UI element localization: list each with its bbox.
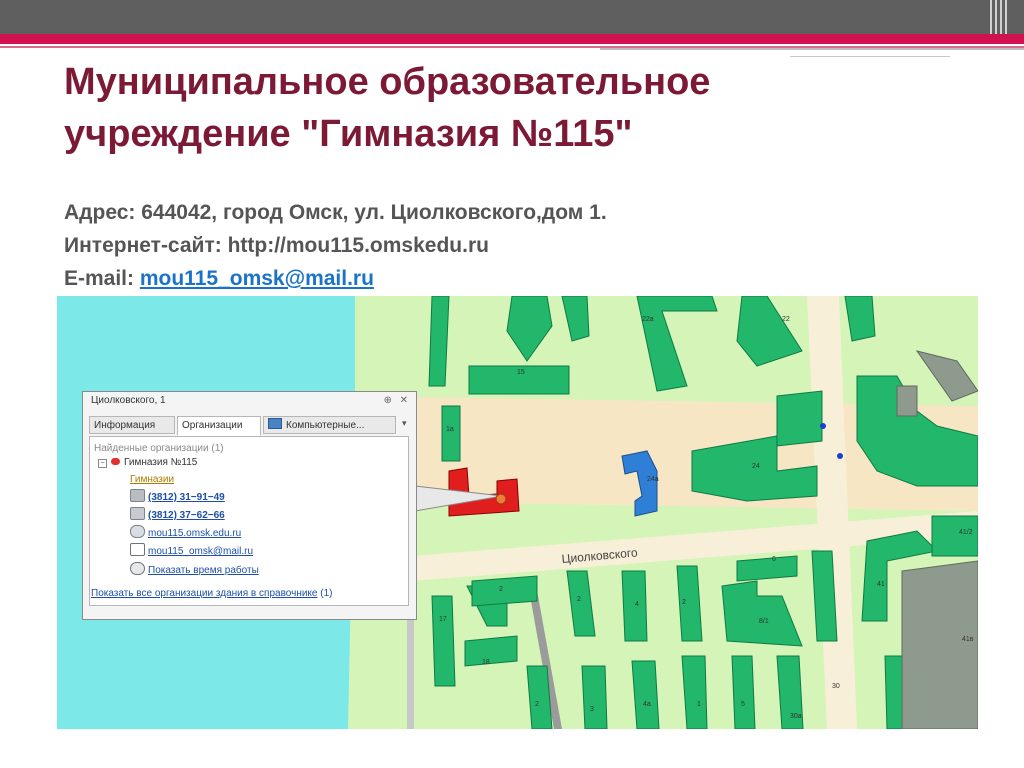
building-number: 2 — [535, 701, 539, 708]
building-number: 4а — [643, 701, 651, 708]
tab-computer[interactable]: Компьютерные... — [263, 416, 396, 434]
all-orgs-count: (1) — [320, 588, 333, 599]
phone-link[interactable]: (3812) 31−91−49 — [148, 492, 225, 503]
fax-link[interactable]: (3812) 37−62−66 — [148, 510, 225, 521]
fax-icon — [130, 507, 145, 520]
building-number: 41в — [962, 636, 974, 643]
email-row-popup[interactable]: mou115_omsk@mail.ru — [130, 543, 253, 557]
org-name: Гимназия №115 — [124, 457, 198, 468]
building-number: 3 — [590, 706, 594, 713]
title-line-1: Муниципальное образовательное — [64, 61, 711, 103]
website-link[interactable]: mou115.omsk.edu.ru — [148, 528, 241, 539]
tab-information[interactable]: Информация — [89, 416, 175, 434]
category-link[interactable]: Гимназии — [130, 474, 174, 485]
building-number: 24а — [647, 476, 659, 483]
building-number: 41 — [877, 581, 885, 588]
building-number: 22 — [782, 316, 790, 323]
org-row[interactable]: − Гимназия №115 — [98, 457, 197, 468]
building-number: 5 — [741, 701, 745, 708]
chevron-down-icon[interactable]: ▾ — [402, 418, 407, 429]
building-number: 18 — [482, 659, 490, 666]
org-pin-icon — [111, 458, 120, 465]
building-number: 2 — [577, 596, 581, 603]
email-link[interactable]: mou115_omsk@mail.ru — [140, 267, 374, 290]
building-number: 24 — [752, 463, 760, 470]
address-text: Адрес: 644042, город Омск, ул. Циолковск… — [64, 201, 607, 224]
hours-row[interactable]: Показать время работы — [130, 562, 259, 576]
email-link-popup[interactable]: mou115_omsk@mail.ru — [148, 546, 253, 557]
building-number: 22а — [642, 316, 654, 323]
popup-body: Найденные организации (1) − Гимназия №115… — [89, 436, 409, 606]
footer-row: Показать все организации здания в справо… — [91, 588, 333, 599]
phone-row[interactable]: (3812) 31−91−49 — [130, 489, 225, 503]
tab-label: Организации — [182, 420, 243, 431]
building-number: 1 — [697, 701, 701, 708]
slide-title: Муниципальное образовательное учреждение… — [64, 56, 964, 160]
all-orgs-link[interactable]: Показать все организации здания в справо… — [91, 588, 317, 599]
tab-label: Компьютерные... — [286, 420, 365, 431]
computer-icon — [268, 418, 282, 429]
building-number: 1а — [446, 426, 454, 433]
building-number: 2 — [682, 599, 686, 606]
building-number: 2 — [499, 586, 503, 593]
fax-row[interactable]: (3812) 37−62−66 — [130, 507, 225, 521]
hours-link[interactable]: Показать время работы — [148, 565, 259, 576]
tab-organizations[interactable]: Организации — [177, 416, 261, 436]
building-number: 4 — [635, 601, 639, 608]
title-line-2: учреждение "Гимназия №115" — [64, 113, 633, 155]
close-icon[interactable]: ✕ — [400, 392, 408, 410]
info-popup: Циолковского, 1 ⊕ ✕ Информация Организац… — [82, 391, 417, 620]
building-number: 15 — [517, 369, 525, 376]
collapse-icon[interactable]: − — [98, 459, 107, 468]
building-number: 17 — [439, 616, 447, 623]
contact-info: Адрес: 644042, город Омск, ул. Циолковск… — [64, 196, 607, 295]
popup-header: Циолковского, 1 ⊕ ✕ — [83, 392, 416, 410]
building-number: 30 — [832, 683, 840, 690]
building-number: 8/1 — [759, 618, 769, 625]
popup-title: Циолковского, 1 — [91, 395, 166, 406]
accent-bar — [0, 34, 1024, 44]
website-row[interactable]: mou115.omsk.edu.ru — [130, 525, 241, 539]
tab-label: Информация — [94, 420, 156, 431]
found-label: Найденные организации (1) — [94, 443, 224, 454]
top-bar — [0, 0, 1024, 34]
mail-icon — [130, 543, 145, 556]
popup-tabs: Информация Организации Компьютерные... ▾ — [89, 416, 413, 436]
building-number: 41/2 — [959, 529, 973, 536]
city-map[interactable]: Циолковского 22а 22 15 1а 24 24а 2 2 6 4… — [57, 296, 978, 729]
email-label: E-mail: — [64, 267, 140, 290]
org-marker — [495, 493, 507, 505]
website-text: Интернет-сайт: http://mou115.omskedu.ru — [64, 234, 489, 257]
building-number: 6 — [772, 556, 776, 563]
web-icon — [130, 525, 145, 538]
pin-icon[interactable]: ⊕ — [384, 392, 392, 410]
phone-icon — [130, 489, 145, 502]
divider-line — [600, 48, 1024, 50]
email-row: E-mail: mou115_omsk@mail.ru — [64, 262, 607, 295]
clock-icon — [130, 562, 145, 575]
building-number: 30а — [790, 713, 802, 720]
